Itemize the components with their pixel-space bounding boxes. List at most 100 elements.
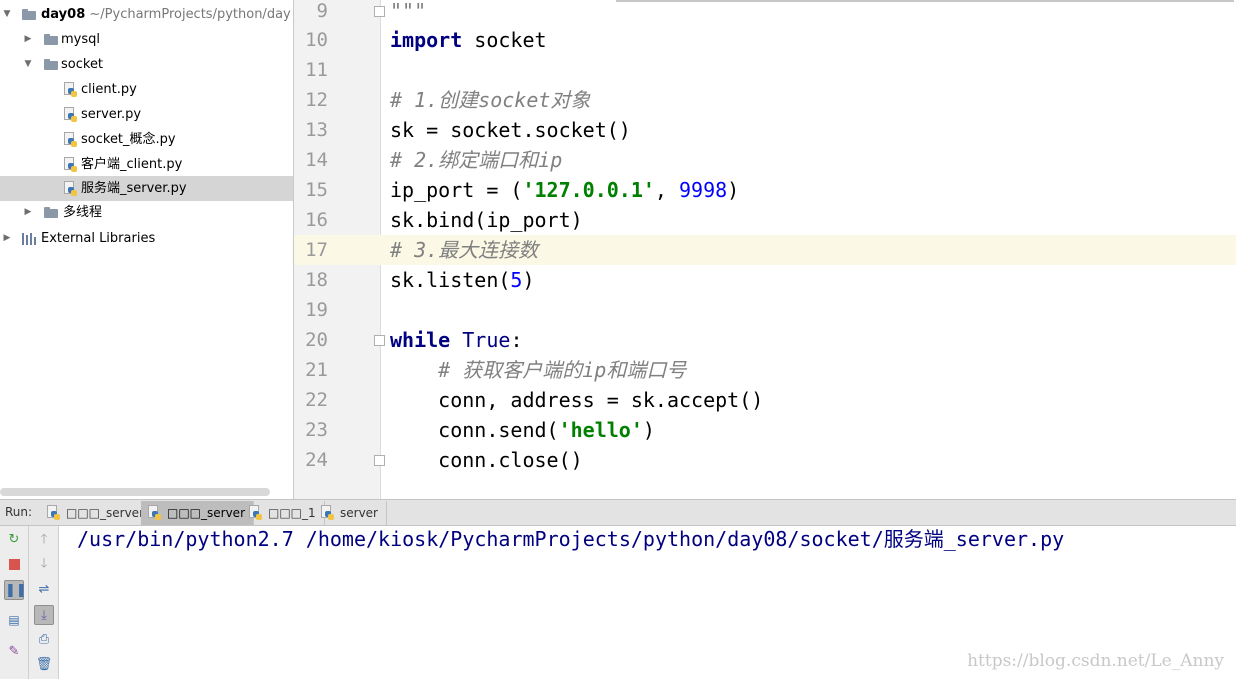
line-number: 10 [305, 29, 328, 51]
chevron-down-icon[interactable]: ▼ [23, 52, 33, 77]
code-text: """ [390, 0, 427, 23]
run-tab-bar: Run: □□□_server □□□_server □□□_1 server [0, 499, 1236, 526]
python-file-icon [64, 132, 77, 147]
tree-item-socket[interactable]: ▼ socket [0, 52, 293, 77]
code-line[interactable]: 15 ip_port = ('127.0.0.1', 9998) [294, 175, 1236, 205]
run-tab-label: □□□_server [167, 506, 245, 520]
pause-icon[interactable]: ❚❚ [4, 580, 27, 600]
line-number: 18 [305, 269, 328, 291]
chevron-right-icon[interactable]: ▶ [23, 200, 33, 225]
line-number: 21 [305, 359, 328, 381]
code-line[interactable]: 22 conn, address = sk.accept() [294, 385, 1236, 415]
line-number: 12 [305, 89, 328, 111]
code-text: import socket [390, 28, 547, 52]
tree-item-external-libraries[interactable]: ▶ External Libraries [0, 226, 293, 251]
run-tab-1[interactable]: □□□_server [40, 501, 153, 525]
code-line[interactable]: 19 [294, 295, 1236, 325]
run-toolbar-right: 🡑 🡓 ⇌ ⤓ ⎙ 🗑 [29, 526, 59, 679]
tree-item-client-cn-py[interactable]: 客户端_client.py [0, 152, 293, 177]
chevron-right-icon[interactable]: ▶ [23, 27, 33, 52]
tree-item-mysql[interactable]: ▶ mysql [0, 27, 293, 52]
tree-item-label: 客户端_client.py [81, 157, 183, 172]
code-line-current[interactable]: 17 # 3.最大连接数 [294, 235, 1236, 265]
code-line[interactable]: 14 # 2.绑定端口和ip [294, 145, 1236, 175]
code-line[interactable]: 24 conn.close() [294, 445, 1236, 475]
code-text: sk = socket.socket() [390, 118, 631, 142]
tree-item-label: client.py [81, 82, 137, 97]
run-tab-label: □□□_server [66, 506, 144, 520]
line-number: 14 [305, 149, 328, 171]
code-line[interactable]: 13 sk = socket.socket() [294, 115, 1236, 145]
code-line[interactable]: 23 conn.send('hello') [294, 415, 1236, 445]
run-tab-3[interactable]: □□□_1 [242, 501, 325, 525]
tree-item-multithread[interactable]: ▶ 多线程 [0, 200, 293, 225]
tree-item-label: 多线程 [63, 205, 103, 220]
python-run-icon [249, 505, 262, 520]
tree-item-label: socket_概念.py [81, 132, 176, 147]
line-number: 23 [305, 419, 328, 441]
stop-icon[interactable] [4, 555, 24, 575]
code-text: conn.close() [390, 448, 583, 472]
code-line[interactable]: 12 # 1.创建socket对象 [294, 85, 1236, 115]
code-comment: # 1.创建socket对象 [390, 88, 591, 112]
fold-marker-icon[interactable] [374, 6, 385, 17]
tree-item-label: server.py [81, 107, 142, 122]
fold-marker-icon[interactable] [374, 455, 385, 466]
code-text: sk.bind(ip_port) [390, 208, 583, 232]
code-line[interactable]: 18 sk.listen(5) [294, 265, 1236, 295]
code-line[interactable]: 9 """ [294, 0, 1236, 26]
root-name: day08 [41, 7, 86, 22]
run-label: Run: [5, 505, 33, 519]
tree-item-server-py[interactable]: server.py [0, 102, 293, 127]
library-icon [22, 233, 36, 245]
code-line[interactable]: 21 # 获取客户端的ip和端口号 [294, 355, 1236, 385]
down-arrow-icon[interactable]: 🡓 [34, 554, 54, 574]
python-file-icon [64, 157, 77, 172]
print-icon[interactable]: ⎙ [34, 630, 54, 650]
folder-icon [44, 34, 58, 45]
scroll-to-end-icon[interactable]: ⤓ [34, 605, 54, 625]
tree-item-label: External Libraries [41, 231, 156, 246]
tree-item-server-cn-py[interactable]: 服务端_server.py [0, 176, 293, 201]
python-run-icon [321, 505, 334, 520]
tree-root-day08[interactable]: ▼ day08 ~/PycharmProjects/python/day [0, 2, 293, 27]
python-file-icon [64, 82, 77, 97]
layout-icon[interactable]: ▤ [4, 610, 24, 630]
code-text: sk.listen(5) [390, 268, 535, 292]
up-arrow-icon[interactable]: 🡑 [34, 530, 54, 550]
root-path: ~/PycharmProjects/python/day [89, 7, 291, 22]
run-tab-4[interactable]: server [314, 501, 387, 525]
project-tree[interactable]: ▼ day08 ~/PycharmProjects/python/day ▶ m… [0, 0, 293, 499]
code-text: conn, address = sk.accept() [390, 388, 764, 412]
pin-icon[interactable]: ✎ [4, 642, 24, 662]
line-number: 16 [305, 209, 328, 231]
chevron-down-icon[interactable]: ▼ [2, 2, 12, 27]
chevron-right-icon[interactable]: ▶ [2, 226, 12, 251]
rerun-icon[interactable]: ↻ [4, 530, 24, 550]
code-line[interactable]: 20 while True: [294, 325, 1236, 355]
line-number: 9 [316, 0, 328, 22]
line-number: 11 [305, 59, 328, 81]
fold-marker-icon[interactable] [374, 335, 385, 346]
python-file-icon [64, 107, 77, 122]
soft-wrap-icon[interactable]: ⇌ [34, 580, 54, 600]
tree-item-label: mysql [61, 32, 100, 47]
run-tab-2[interactable]: □□□_server [141, 501, 254, 525]
run-tab-label: server [340, 506, 378, 520]
line-number: 13 [305, 119, 328, 141]
line-number: 20 [305, 329, 328, 351]
code-line[interactable]: 10 import socket [294, 25, 1236, 55]
code-line[interactable]: 16 sk.bind(ip_port) [294, 205, 1236, 235]
tree-item-socket-concept-py[interactable]: socket_概念.py [0, 127, 293, 152]
code-editor[interactable]: 9 """ 10 import socket 11 12 # 1.创建socke… [294, 0, 1236, 499]
python-run-icon [148, 505, 161, 520]
tree-item-client-py[interactable]: client.py [0, 77, 293, 102]
watermark: https://blog.csdn.net/Le_Anny [967, 651, 1224, 671]
tree-horizontal-scrollbar[interactable] [0, 488, 270, 496]
trash-icon[interactable]: 🗑 [34, 655, 54, 675]
line-number: 22 [305, 389, 328, 411]
line-number: 19 [305, 299, 328, 321]
line-number: 15 [305, 179, 328, 201]
code-line[interactable]: 11 [294, 55, 1236, 85]
run-tab-label: □□□_1 [268, 506, 316, 520]
